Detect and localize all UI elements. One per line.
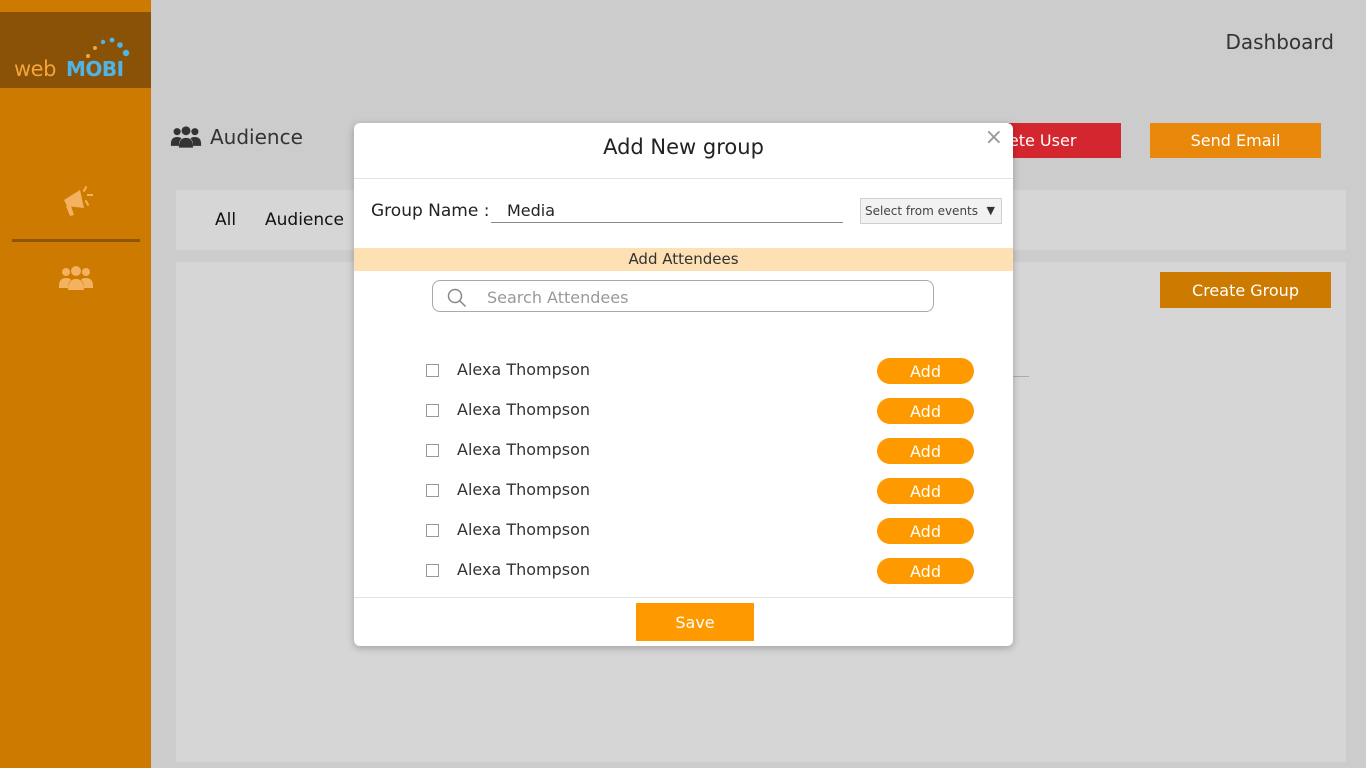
- dropdown-arrow-icon: ▼: [986, 204, 995, 217]
- dashboard-link[interactable]: Dashboard: [1225, 30, 1334, 54]
- search-icon: [447, 288, 467, 308]
- close-icon[interactable]: ×: [985, 125, 1003, 150]
- send-email-button[interactable]: Send Email: [1150, 123, 1321, 158]
- attendee-name: Alexa Thompson: [457, 480, 591, 499]
- attendee-checkbox[interactable]: [426, 404, 439, 417]
- audience-users-icon: [170, 126, 202, 148]
- attendee-row: Alexa Thompson Add: [354, 516, 1013, 546]
- megaphone-icon[interactable]: [58, 182, 94, 218]
- tab-audience[interactable]: Audience: [265, 210, 344, 230]
- group-name-input[interactable]: [491, 199, 843, 223]
- tab-all[interactable]: All: [215, 210, 236, 230]
- attendee-row: Alexa Thompson Add: [354, 556, 1013, 586]
- attendee-checkbox[interactable]: [426, 484, 439, 497]
- add-attendee-button[interactable]: Add: [877, 438, 974, 464]
- users-icon[interactable]: [58, 264, 94, 292]
- attendee-checkbox[interactable]: [426, 444, 439, 457]
- page-header: Audience: [170, 124, 303, 150]
- logo-text-web: web: [14, 57, 56, 81]
- modal-footer-divider: [354, 597, 1013, 598]
- sidebar: web MOBI: [0, 0, 151, 768]
- attendee-row: Alexa Thompson Add: [354, 356, 1013, 386]
- select-events-dropdown[interactable]: Select from events ▼: [860, 198, 1002, 224]
- attendee-row: Alexa Thompson Add: [354, 436, 1013, 466]
- attendee-row: Alexa Thompson Add: [354, 396, 1013, 426]
- attendee-name: Alexa Thompson: [457, 400, 591, 419]
- add-group-modal: Add New group × Group Name : Select from…: [354, 123, 1013, 646]
- add-attendee-button[interactable]: Add: [877, 478, 974, 504]
- logo-text-mobi: MOBI: [66, 57, 124, 81]
- add-attendee-button[interactable]: Add: [877, 558, 974, 584]
- attendee-checkbox[interactable]: [426, 524, 439, 537]
- modal-title: Add New group: [603, 135, 764, 159]
- attendee-name: Alexa Thompson: [457, 560, 591, 579]
- add-attendees-header: Add Attendees: [354, 248, 1013, 271]
- modal-divider: [354, 178, 1013, 179]
- sidebar-divider: [12, 239, 140, 242]
- page-title: Audience: [210, 125, 303, 149]
- add-attendee-button[interactable]: Add: [877, 358, 974, 384]
- attendee-checkbox[interactable]: [426, 364, 439, 377]
- add-attendee-button[interactable]: Add: [877, 518, 974, 544]
- attendee-name: Alexa Thompson: [457, 520, 591, 539]
- group-name-label: Group Name :: [371, 201, 490, 221]
- attendee-row: Alexa Thompson Add: [354, 476, 1013, 506]
- attendee-name: Alexa Thompson: [457, 360, 591, 379]
- logo[interactable]: web MOBI: [0, 12, 151, 88]
- create-group-button[interactable]: Create Group: [1160, 272, 1331, 308]
- attendee-name: Alexa Thompson: [457, 440, 591, 459]
- attendee-checkbox[interactable]: [426, 564, 439, 577]
- save-button[interactable]: Save: [636, 603, 754, 641]
- search-attendees-input[interactable]: [485, 281, 929, 313]
- select-events-value: Select from events: [865, 204, 979, 218]
- search-box: [432, 280, 934, 313]
- add-attendee-button[interactable]: Add: [877, 398, 974, 424]
